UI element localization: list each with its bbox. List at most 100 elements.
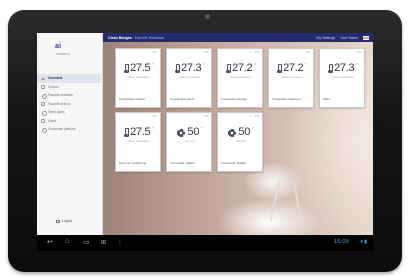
sidebar-item-timer-plans[interactable]: Timer plans [37, 108, 103, 117]
setpoint-tile[interactable]: ••• 50 ° Set point Thermostat, radiator [217, 112, 263, 172]
tile-menu-icon[interactable]: ••• [204, 50, 208, 54]
sidebar-item-favorite-actions[interactable]: Favorite actions [37, 100, 103, 109]
gear-icon [177, 129, 186, 137]
status-icons: ▾ ▮ [360, 239, 367, 245]
sidebar-nav: Overview Scenes Favorite readouts Favori… [37, 74, 103, 134]
tile-unit: Room temperature [230, 76, 252, 79]
thermometer-icon [277, 64, 283, 74]
tile-menu-icon[interactable]: ••• [153, 114, 157, 118]
top-bar-actions: My Settings Your Name [316, 35, 373, 40]
house-icon [41, 76, 45, 80]
sidebar-item-overview[interactable]: Overview [37, 74, 103, 83]
tile-menu-icon[interactable]: ••• [204, 114, 208, 118]
tile-reading: 27.3 ° [320, 63, 366, 74]
background-chair [269, 181, 280, 222]
readout-tile[interactable]: ••• 27.2 ° Room temperature Temperature … [217, 48, 263, 108]
timer-icon [41, 110, 47, 116]
tile-unit: Room temperature [179, 76, 201, 79]
tile-menu-icon[interactable]: ••• [255, 114, 259, 118]
readout-tile[interactable]: ••• 27.2 ° Room temperature Temperature … [268, 48, 314, 108]
thermometer-icon [124, 64, 130, 74]
readout-tile[interactable]: ••• 27.3 ° Room temperature Office [319, 48, 365, 108]
status-clock: 15:09 [334, 239, 349, 245]
logout-label: Logout [62, 219, 73, 223]
readout-tile[interactable]: ••• 27.5 ° Room temperature Room air con… [115, 112, 161, 172]
tile-name: Thermostat, radiator [221, 161, 247, 165]
logo-subtext: HOMEBOX [56, 52, 71, 56]
tile-degree: ° [203, 62, 205, 67]
tile-reading: 27.5 ° [116, 127, 162, 138]
user-menu[interactable]: Your Name [340, 36, 358, 40]
tile-degree: ° [252, 126, 254, 131]
tile-unit: Set point [185, 140, 195, 143]
logout-icon [56, 219, 60, 223]
sidebar-item-label: Timer plans [48, 110, 65, 115]
logo-text: ai [55, 43, 62, 50]
alarm-icon [41, 118, 45, 123]
readout-icon [41, 93, 47, 99]
tile-reading: 50 ° [218, 127, 264, 138]
home-icon[interactable]: ⌂ [65, 238, 69, 245]
dashboard-area: ••• 27.5 ° Room temperature Temperature … [103, 42, 373, 235]
tablet-screen: ai HOMEBOX Overview Scenes Favorite read… [37, 33, 373, 251]
thermometer-icon [226, 64, 232, 74]
tile-degree: ° [305, 62, 307, 67]
thermometer-icon [124, 128, 130, 138]
sidebar-item-label: Favorite readouts [48, 93, 73, 98]
tile-reading: 27.2 ° [269, 63, 315, 74]
android-system-bar: ↩ ⌂ ▭ ⊞ ⋮ 15:09 ▾ ▮ [37, 235, 373, 251]
tile-value: 50 [187, 126, 200, 138]
sidebar-item-customize-platform[interactable]: Customize platform [37, 125, 103, 134]
tile-name: Room air conditioning [119, 161, 147, 165]
tile-value: 50 [238, 126, 251, 138]
tile-value: 27.3 [334, 62, 355, 74]
sidebar-item-label: Favorite actions [48, 101, 71, 106]
tile-unit: Room temperature [128, 76, 150, 79]
tile-value: 27.5 [130, 126, 151, 138]
setpoint-tile[interactable]: ••• 50 ° Set point Thermostat, radiator [166, 112, 212, 172]
sidebar-item-label: Overview [48, 76, 63, 81]
breadcrumb[interactable]: Favorite Readouts [135, 36, 164, 40]
my-settings-link[interactable]: My Settings [316, 36, 335, 40]
menu-icon[interactable]: ⋮ [117, 239, 123, 246]
back-icon[interactable]: ↩ [47, 238, 53, 246]
tile-unit: Room temperature [281, 76, 303, 79]
tile-reading: 50 ° [167, 127, 213, 138]
recent-apps-icon[interactable]: ▭ [83, 238, 90, 246]
thermometer-icon [328, 64, 334, 74]
tile-degree: ° [254, 62, 256, 67]
tile-name: Temperature indoor [170, 97, 195, 101]
sidebar-item-label: Scenes [48, 84, 59, 89]
tile-name: Temperature storage [221, 97, 247, 101]
tile-degree: ° [152, 126, 154, 131]
tile-value: 27.2 [232, 62, 253, 74]
sidebar-item-favorite-readouts[interactable]: Favorite readouts [37, 91, 103, 100]
readout-tile[interactable]: ••• 27.5 ° Room temperature Temperature … [115, 48, 161, 108]
top-bar: Clean Badges Favorite Readouts My Settin… [103, 33, 373, 42]
tile-menu-icon[interactable]: ••• [357, 50, 361, 54]
gear-icon [228, 129, 237, 137]
sidebar-item-scenes[interactable]: Scenes [37, 83, 103, 92]
sidebar-item-alarm[interactable]: Alarm [37, 117, 103, 126]
language-flag-icon[interactable] [363, 35, 369, 40]
screenshot-icon[interactable]: ⊞ [101, 239, 106, 246]
tile-menu-icon[interactable]: ••• [306, 50, 310, 54]
tile-reading: 27.5 ° [116, 63, 162, 74]
tile-degree: ° [201, 126, 203, 131]
scene-icon [41, 84, 45, 89]
tile-degree: ° [152, 62, 154, 67]
tile-name: Temperature basement [272, 97, 301, 101]
tile-value: 27.3 [181, 62, 202, 74]
readout-tile[interactable]: ••• 27.3 ° Room temperature Temperature … [166, 48, 212, 108]
sidebar-item-label: Customize platform [48, 127, 76, 132]
tile-reading: 27.2 ° [218, 63, 264, 74]
action-icon [41, 101, 45, 106]
tile-menu-icon[interactable]: ••• [255, 50, 259, 54]
background-chair [293, 181, 302, 222]
tile-reading: 27.3 ° [167, 63, 213, 74]
app-logo: ai HOMEBOX [55, 43, 85, 57]
logout-button[interactable]: Logout [56, 219, 72, 223]
tile-menu-icon[interactable]: ••• [153, 50, 157, 54]
sidebar: ai HOMEBOX Overview Scenes Favorite read… [37, 33, 103, 235]
tile-degree: ° [356, 62, 358, 67]
